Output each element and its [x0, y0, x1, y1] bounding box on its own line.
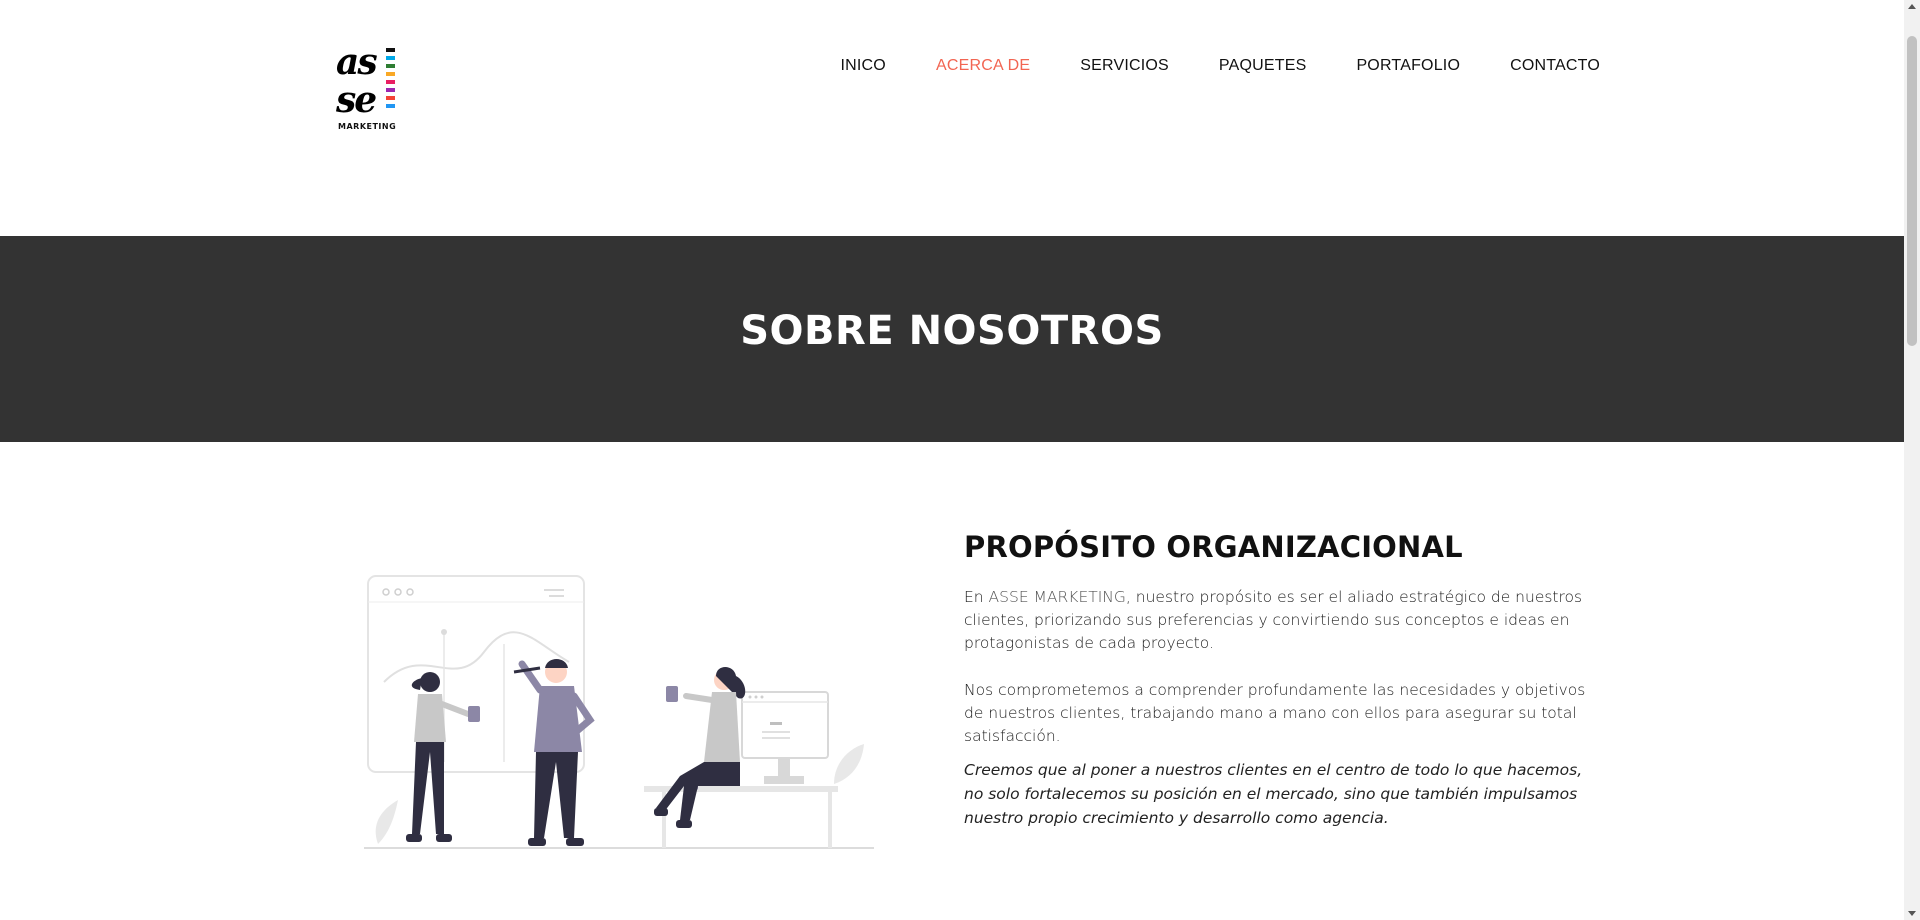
logo-color-bar [386, 72, 395, 76]
nav-item-servicios[interactable]: SERVICIOS [1080, 56, 1169, 76]
paragraph-purpose-prefix: En [964, 588, 989, 606]
team-illustration [364, 572, 884, 852]
scroll-down-arrow-icon[interactable] [1908, 911, 1916, 916]
logo-color-bars [386, 48, 396, 112]
logo-color-bar [386, 88, 395, 92]
nav-item-contacto[interactable]: CONTACTO [1510, 56, 1600, 76]
paragraph-commitment: Nos comprometemos a comprender profundam… [964, 681, 1586, 745]
brand-logo[interactable]: as se MARKETING [336, 44, 400, 134]
nav-item-inicio[interactable]: INICO [841, 56, 886, 76]
logo-color-bar [386, 56, 395, 60]
page-title: SOBRE NOSOTROS [740, 308, 1164, 354]
logo-subtitle: MARKETING [338, 122, 397, 131]
main-nav: INICO ACERCA DE SERVICIOS PAQUETES PORTA… [791, 56, 1601, 76]
logo-color-bar [386, 48, 395, 52]
scrollbar-thumb[interactable] [1907, 36, 1917, 346]
logo-color-bar [386, 104, 395, 108]
nav-item-acerca-de[interactable]: ACERCA DE [936, 56, 1030, 76]
logo-color-bar [386, 80, 395, 84]
paragraph-belief: Creemos que al poner a nuestros clientes… [964, 761, 1583, 827]
scroll-up-arrow-icon[interactable] [1908, 4, 1916, 9]
logo-color-bar [386, 64, 395, 68]
logo-color-bar [386, 96, 395, 100]
page-banner: SOBRE NOSOTROS [0, 236, 1904, 442]
page-scrollbar[interactable] [1904, 0, 1920, 920]
about-text: PROPÓSITO ORGANIZACIONAL En ASSE MARKETI… [964, 530, 1604, 830]
site-header: as se MARKETING INICO ACERCA DE SERVICIO… [0, 0, 1904, 236]
nav-item-paquetes[interactable]: PAQUETES [1219, 56, 1307, 76]
logo-text-line1: as [336, 41, 378, 83]
about-section: PROPÓSITO ORGANIZACIONAL En ASSE MARKETI… [0, 442, 1904, 920]
section-heading: PROPÓSITO ORGANIZACIONAL [964, 530, 1463, 564]
nav-item-portafolio[interactable]: PORTAFOLIO [1356, 56, 1460, 76]
paragraph-purpose: En ASSE MARKETING, nuestro propósito es … [964, 586, 1604, 655]
brand-name: ASSE MARKETING [988, 588, 1126, 606]
logo-text-line2: se [336, 79, 377, 121]
